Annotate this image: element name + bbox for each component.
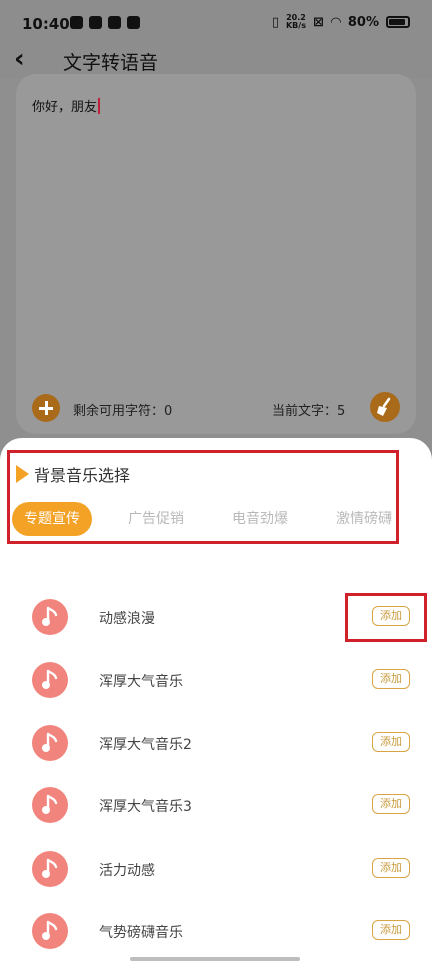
battery-icon (386, 16, 410, 28)
status-time: 10:40 (22, 15, 70, 33)
editor-text[interactable]: 你好，朋友 (32, 96, 101, 115)
add-button[interactable]: 添加 (372, 920, 410, 940)
music-note-icon (32, 662, 68, 698)
page-title: 文字转语音 (63, 52, 159, 74)
notification-icon (70, 16, 83, 29)
add-button[interactable]: 添加 (372, 669, 410, 689)
list-item[interactable]: 气势磅礴音乐 添加 (0, 913, 432, 963)
tab-topic-promotion[interactable]: 专题宣传 (12, 502, 92, 536)
clear-broom-icon[interactable] (370, 392, 400, 422)
song-name: 动感浪漫 (99, 611, 155, 627)
battery-percent: 80% (347, 14, 379, 30)
remaining-chars: 剩余可用字符：0 (73, 404, 173, 419)
music-note-icon (32, 787, 68, 823)
network-speed: 20.2 KB/s (285, 13, 306, 30)
song-name: 浑厚大气音乐3 (99, 799, 192, 815)
home-indicator[interactable] (130, 957, 300, 961)
music-note-icon (32, 599, 68, 635)
play-triangle-icon (16, 465, 29, 483)
list-item[interactable]: 浑厚大气音乐 添加 (0, 662, 432, 712)
highlight-box-add (345, 593, 427, 642)
tiktok-icon (108, 16, 121, 29)
tab-passionate[interactable]: 激情磅礴 (336, 502, 392, 536)
status-right: ▯ 20.2 KB/s ⊠ ◠ 80% (272, 14, 410, 30)
category-tabs: 专题宣传 广告促销 电音劲爆 激情磅礴 (0, 502, 432, 536)
text-editor[interactable]: 你好，朋友 剩余可用字符：0 当前文字：5 (16, 74, 416, 434)
tab-electronic[interactable]: 电音劲爆 (232, 502, 288, 536)
song-name: 浑厚大气音乐2 (99, 737, 192, 753)
music-note-icon (32, 913, 68, 949)
wifi-icon: ◠ (330, 14, 341, 30)
song-name: 浑厚大气音乐 (99, 674, 183, 690)
add-icon[interactable] (32, 394, 60, 422)
app-header: ‹ 文字转语音 (0, 40, 432, 78)
section-title: 背景音乐选择 (16, 462, 130, 486)
add-button[interactable]: 添加 (372, 794, 410, 814)
song-name: 活力动感 (99, 863, 155, 879)
back-icon[interactable]: ‹ (14, 44, 25, 74)
text-caret (98, 98, 101, 114)
tab-ad-promotion[interactable]: 广告促销 (128, 502, 184, 536)
list-item[interactable]: 浑厚大气音乐2 添加 (0, 725, 432, 775)
add-button[interactable]: 添加 (372, 858, 410, 878)
current-chars: 当前文字：5 (272, 404, 346, 419)
song-name: 气势磅礴音乐 (99, 925, 183, 941)
notification-icon (89, 16, 102, 29)
list-item[interactable]: 浑厚大气音乐3 添加 (0, 787, 432, 837)
vibrate-icon: ▯ (271, 14, 279, 30)
notification-icons (70, 16, 140, 29)
notification-icon (127, 16, 140, 29)
music-note-icon (32, 725, 68, 761)
list-item[interactable]: 活力动感 添加 (0, 851, 432, 901)
music-note-icon (32, 851, 68, 887)
add-button[interactable]: 添加 (372, 732, 410, 752)
sim-icon: ⊠ (312, 14, 324, 30)
